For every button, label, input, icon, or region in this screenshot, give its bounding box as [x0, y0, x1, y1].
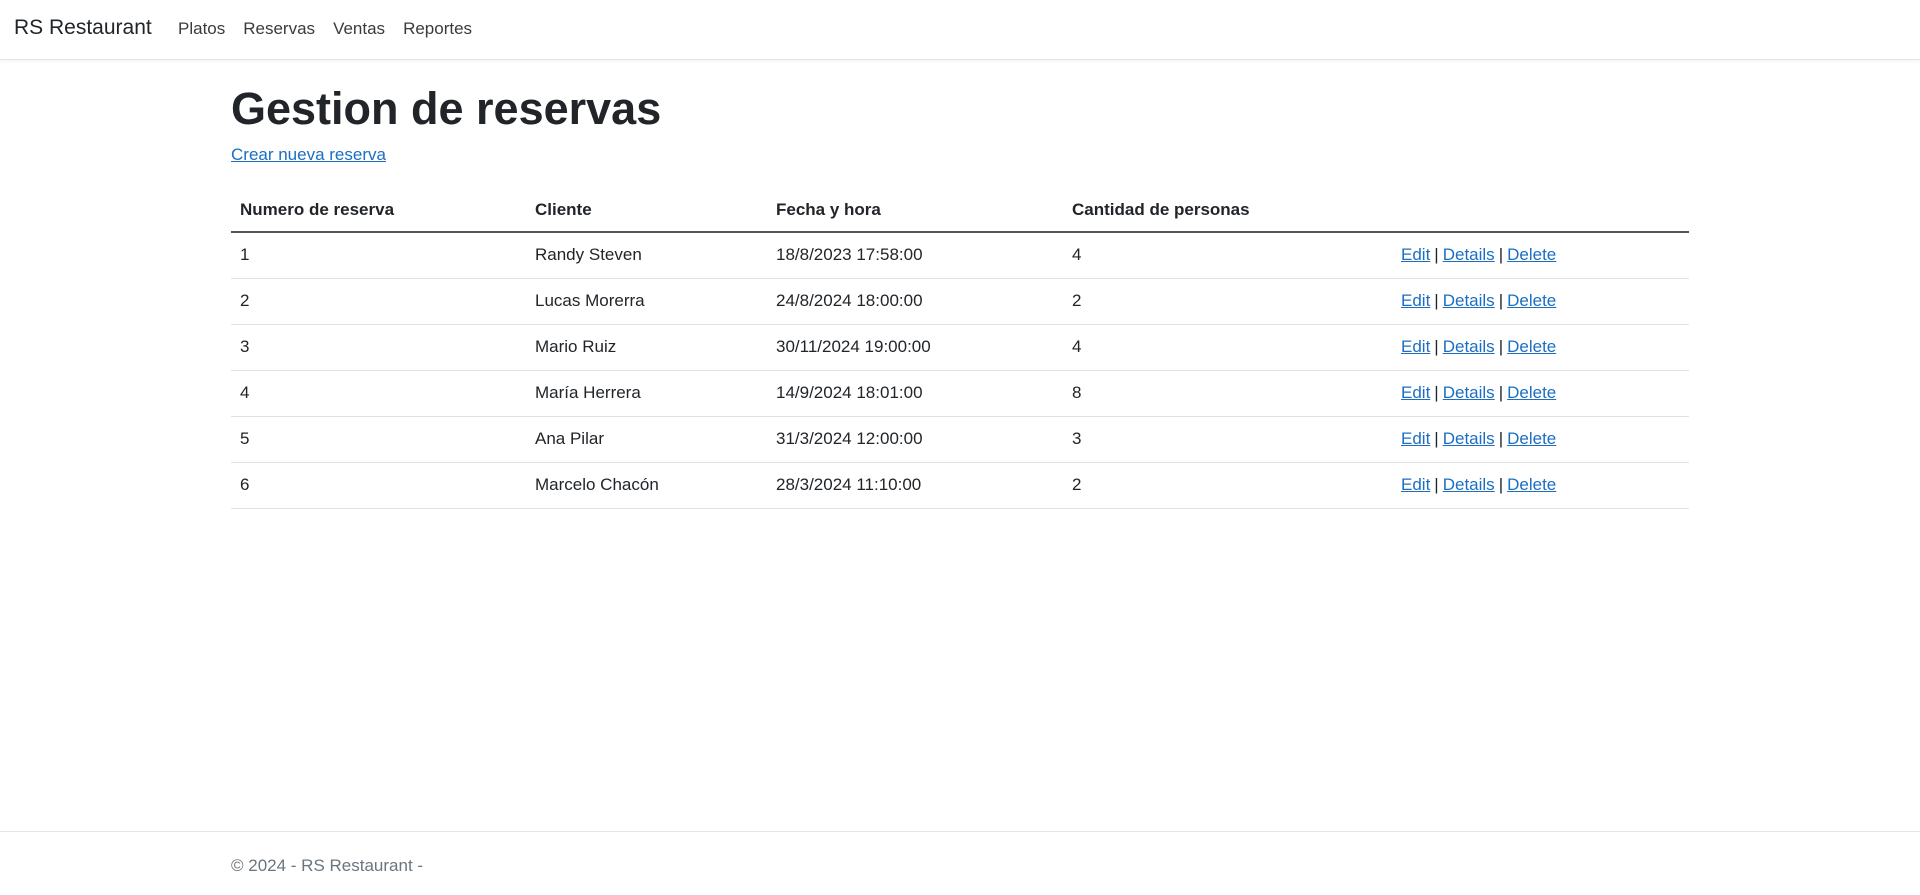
cell-fecha: 28/3/2024 11:10:00	[767, 462, 1063, 509]
details-link[interactable]: Details	[1443, 291, 1495, 310]
delete-link[interactable]: Delete	[1507, 429, 1556, 448]
table-header-row: Numero de reserva Cliente Fecha y hora C…	[231, 188, 1689, 233]
cell-numero: 6	[231, 462, 526, 509]
nav-menu: Platos Reservas Ventas Reportes	[178, 18, 490, 40]
action-separator: |	[1498, 383, 1504, 402]
delete-link[interactable]: Delete	[1507, 337, 1556, 356]
cell-numero: 3	[231, 324, 526, 371]
delete-link[interactable]: Delete	[1507, 475, 1556, 494]
cell-cliente: Ana Pilar	[526, 416, 767, 463]
action-separator: |	[1434, 291, 1439, 310]
page-title: Gestion de reservas	[231, 83, 662, 134]
table-row: 6 Marcelo Chacón 28/3/2024 11:10:00 2 Ed…	[231, 462, 1689, 509]
cell-fecha: 18/8/2023 17:58:00	[767, 232, 1063, 279]
cell-numero: 2	[231, 278, 526, 325]
action-separator: |	[1434, 475, 1439, 494]
table-row: 1 Randy Steven 18/8/2023 17:58:00 4 Edit…	[231, 232, 1689, 279]
cell-cliente: Randy Steven	[526, 232, 767, 279]
brand-link[interactable]: RS Restaurant	[14, 15, 152, 41]
cell-numero: 5	[231, 416, 526, 463]
cell-cantidad: 2	[1063, 278, 1392, 325]
footer-copyright: © 2024 - RS Restaurant -	[231, 856, 424, 875]
header-numero-reserva: Numero de reserva	[231, 188, 526, 233]
cell-fecha: 24/8/2024 18:00:00	[767, 278, 1063, 325]
details-link[interactable]: Details	[1443, 475, 1495, 494]
header-cliente: Cliente	[526, 188, 767, 233]
details-link[interactable]: Details	[1443, 429, 1495, 448]
action-separator: |	[1498, 429, 1504, 448]
action-separator: |	[1498, 337, 1504, 356]
action-separator: |	[1434, 337, 1439, 356]
page-footer: © 2024 - RS Restaurant -	[0, 831, 1920, 895]
cell-cantidad: 8	[1063, 370, 1392, 417]
cell-cantidad: 3	[1063, 416, 1392, 463]
nav-link-ventas[interactable]: Ventas	[333, 18, 385, 40]
action-separator: |	[1498, 245, 1504, 265]
cell-cliente: María Herrera	[526, 370, 767, 417]
cell-actions: Edit | Details | Delete	[1392, 462, 1689, 509]
header-cantidad-personas: Cantidad de personas	[1063, 188, 1392, 233]
cell-actions: Edit | Details | Delete	[1392, 324, 1689, 371]
edit-link[interactable]: Edit	[1401, 337, 1430, 356]
nav-link-reservas[interactable]: Reservas	[243, 18, 315, 40]
details-link[interactable]: Details	[1443, 383, 1495, 402]
cell-cliente: Lucas Morerra	[526, 278, 767, 325]
cell-cliente: Marcelo Chacón	[526, 462, 767, 509]
cell-actions: Edit | Details | Delete	[1392, 416, 1689, 463]
action-separator: |	[1434, 429, 1439, 448]
table-row: 5 Ana Pilar 31/3/2024 12:00:00 3 Edit | De…	[231, 416, 1689, 463]
cell-numero: 1	[231, 232, 526, 279]
reservations-table: Numero de reserva Cliente Fecha y hora C…	[231, 188, 1689, 509]
header-fecha-hora: Fecha y hora	[767, 188, 1063, 233]
action-separator: |	[1434, 383, 1439, 402]
header-actions	[1392, 188, 1689, 233]
cell-actions: Edit | Details | Delete	[1392, 278, 1689, 325]
edit-link[interactable]: Edit	[1401, 475, 1430, 494]
action-separator: |	[1434, 245, 1439, 265]
table-row: 3 Mario Ruiz 30/11/2024 19:00:00 4 Edit |…	[231, 324, 1689, 371]
cell-cantidad: 4	[1063, 324, 1392, 371]
delete-link[interactable]: Delete	[1507, 383, 1556, 402]
cell-fecha: 30/11/2024 19:00:00	[767, 324, 1063, 371]
action-separator: |	[1498, 291, 1504, 310]
cell-cantidad: 2	[1063, 462, 1392, 509]
delete-link[interactable]: Delete	[1507, 291, 1556, 310]
action-separator: |	[1498, 475, 1504, 494]
cell-cantidad: 4	[1063, 232, 1392, 279]
cell-actions: Edit | Details | Delete	[1392, 232, 1689, 279]
edit-link[interactable]: Edit	[1401, 291, 1430, 310]
cell-fecha: 14/9/2024 18:01:00	[767, 370, 1063, 417]
create-reservation-link[interactable]: Crear nueva reserva	[231, 144, 386, 166]
cell-numero: 4	[231, 370, 526, 417]
table-row: 4 María Herrera 14/9/2024 18:01:00 8 Edi…	[231, 370, 1689, 417]
cell-cliente: Mario Ruiz	[526, 324, 767, 371]
edit-link[interactable]: Edit	[1401, 383, 1430, 402]
delete-link[interactable]: Delete	[1507, 245, 1556, 264]
nav-link-reportes[interactable]: Reportes	[403, 18, 472, 40]
nav-link-platos[interactable]: Platos	[178, 18, 225, 40]
cell-fecha: 31/3/2024 12:00:00	[767, 416, 1063, 463]
top-navbar: RS Restaurant Platos Reservas Ventas Rep…	[0, 0, 1920, 60]
details-link[interactable]: Details	[1443, 245, 1495, 264]
details-link[interactable]: Details	[1443, 337, 1495, 356]
edit-link[interactable]: Edit	[1401, 429, 1430, 448]
edit-link[interactable]: Edit	[1401, 245, 1430, 264]
table-row: 2 Lucas Morerra 24/8/2024 18:00:00 2 Edi…	[231, 278, 1689, 325]
cell-actions: Edit | Details | Delete	[1392, 370, 1689, 417]
